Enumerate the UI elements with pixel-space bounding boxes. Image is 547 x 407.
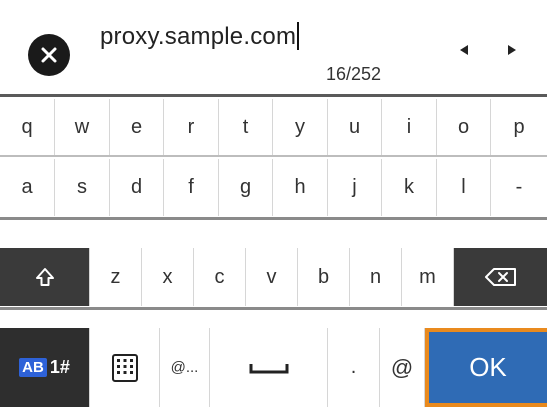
key[interactable]: v (246, 248, 298, 306)
row-divider (0, 217, 547, 220)
space-key[interactable] (210, 328, 328, 407)
text-caret (297, 22, 300, 50)
period-key[interactable]: . (328, 328, 380, 407)
email-suffix-key[interactable]: @... (160, 328, 210, 407)
key[interactable]: j (328, 159, 382, 216)
cursor-right-button[interactable] (500, 38, 524, 62)
key[interactable]: l (437, 159, 491, 216)
row-divider (0, 155, 547, 157)
key[interactable]: c (194, 248, 246, 306)
clear-button[interactable] (28, 34, 70, 76)
key[interactable]: n (350, 248, 402, 306)
backspace-key[interactable] (454, 248, 547, 306)
key[interactable]: u (328, 99, 382, 155)
space-icon (249, 363, 288, 373)
key[interactable]: e (110, 99, 164, 155)
arrow-right-icon (508, 45, 516, 55)
key[interactable]: h (273, 159, 328, 216)
shift-key[interactable] (0, 248, 90, 306)
cursor-left-button[interactable] (452, 38, 476, 62)
text-field[interactable]: proxy.sample.com (100, 22, 300, 51)
key[interactable]: z (90, 248, 142, 306)
key[interactable]: y (273, 99, 328, 155)
text-entry-screen: proxy.sample.com 16/252 q w e r t y u i … (0, 0, 547, 407)
input-mode-label: 1# (49, 357, 70, 377)
input-mode-button[interactable]: AB 1# (0, 328, 90, 407)
key[interactable]: o (437, 99, 491, 155)
at-key[interactable]: @ (380, 328, 425, 407)
key[interactable]: k (382, 159, 437, 216)
keypad-toggle-button[interactable] (90, 328, 160, 407)
ok-button[interactable]: OK (425, 328, 547, 407)
character-counter: 16/252 (326, 64, 382, 84)
key[interactable]: - (491, 159, 547, 216)
key[interactable]: m (402, 248, 454, 306)
key[interactable]: r (164, 99, 219, 155)
keyboard-row-3: z x c v b n m (0, 248, 547, 306)
key[interactable]: s (55, 159, 110, 216)
key[interactable]: b (298, 248, 350, 306)
key[interactable]: x (142, 248, 194, 306)
keyboard-row-1: q w e r t y u i o p (0, 99, 547, 155)
keyboard-row-2: a s d f g h j k l - (0, 159, 547, 216)
keyboard-row-4: AB 1# @... . @ OK (0, 328, 547, 407)
row-divider (0, 307, 547, 310)
input-mode-badge: AB (19, 358, 47, 377)
shift-icon (35, 268, 54, 286)
keypad-grid-icon (111, 353, 138, 382)
backspace-icon (484, 268, 516, 286)
onscreen-keyboard: q w e r t y u i o p a s d f g h j k l - (0, 97, 547, 407)
key[interactable]: f (164, 159, 219, 216)
key[interactable]: a (0, 159, 55, 216)
key[interactable]: i (382, 99, 437, 155)
close-icon (41, 47, 57, 63)
key[interactable]: q (0, 99, 55, 155)
text-field-value: proxy.sample.com (100, 23, 297, 50)
key[interactable]: w (55, 99, 110, 155)
key[interactable]: p (491, 99, 547, 155)
key[interactable]: t (219, 99, 273, 155)
arrow-left-icon (460, 45, 468, 55)
key[interactable]: d (110, 159, 164, 216)
input-bar: proxy.sample.com 16/252 (0, 0, 547, 97)
key[interactable]: g (219, 159, 273, 216)
